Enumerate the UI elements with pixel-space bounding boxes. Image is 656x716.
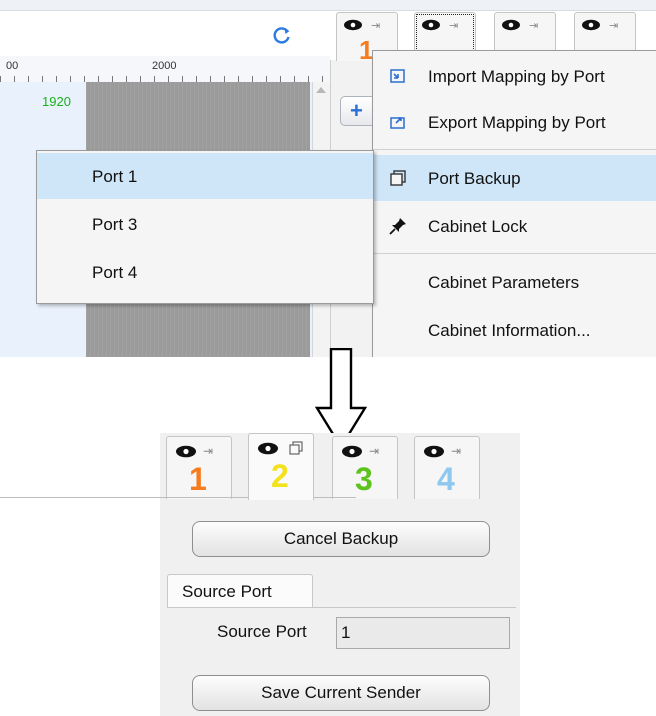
backup-icon[interactable]: [289, 441, 303, 455]
pin-icon: [389, 218, 406, 235]
menu-item-label: Cabinet Lock: [428, 217, 528, 236]
horizontal-ruler: 00 2000: [0, 56, 330, 83]
eye-icon[interactable]: [421, 19, 441, 31]
submenu-item-label: Port 1: [92, 167, 138, 186]
import-icon: [390, 69, 405, 83]
eye-icon[interactable]: [341, 445, 363, 458]
menu-separator: [373, 253, 656, 254]
eye-icon[interactable]: [423, 445, 445, 458]
menu-item-label: Cabinet Parameters: [428, 273, 580, 292]
menu-item-port-backup[interactable]: Port Backup: [373, 155, 656, 201]
menu-item-export-mapping[interactable]: Export Mapping by Port: [373, 99, 656, 145]
pin-icon[interactable]: ⇥: [451, 444, 461, 458]
pin-icon[interactable]: ⇥: [203, 444, 213, 458]
menu-item-cabinet-information[interactable]: Cabinet Information...: [373, 307, 656, 353]
source-port-field[interactable]: 1: [336, 617, 510, 649]
menu-item-label: Import Mapping by Port: [428, 67, 605, 86]
submenu-item-label: Port 4: [92, 263, 138, 282]
menu-item-cabinet-parameters[interactable]: Cabinet Parameters: [373, 259, 656, 305]
backup-icon: [390, 170, 406, 186]
tab-number: 1: [189, 461, 207, 497]
source-port-label: Source Port: [217, 622, 307, 641]
menu-item-import-mapping[interactable]: Import Mapping by Port: [373, 53, 656, 99]
plus-icon: +: [350, 98, 363, 123]
eye-icon[interactable]: [501, 19, 521, 31]
export-icon: [390, 117, 405, 129]
menu-item-cabinet-lock[interactable]: Cabinet Lock: [373, 203, 656, 249]
eye-icon[interactable]: [257, 442, 279, 455]
submenu-item-port-4[interactable]: Port 4: [37, 249, 373, 295]
pin-icon[interactable]: ⇥: [449, 19, 458, 32]
panel-tab-port-4[interactable]: ⇥ 4: [414, 436, 480, 499]
title-strip: [0, 0, 656, 11]
ruler-label: 00: [6, 60, 19, 72]
menu-item-label: Cabinet Information...: [428, 321, 591, 340]
eye-icon[interactable]: [343, 19, 363, 31]
port-submenu: Port 1 Port 3 Port 4: [36, 150, 374, 304]
panel-tab-port-1[interactable]: ⇥ 1: [166, 436, 232, 499]
tab-number: 2: [271, 458, 289, 494]
tab-number: 4: [437, 461, 455, 497]
submenu-item-port-3[interactable]: Port 3: [37, 201, 373, 247]
cancel-backup-button[interactable]: Cancel Backup: [192, 521, 490, 557]
submenu-item-label: Port 3: [92, 215, 138, 234]
menu-separator: [373, 149, 656, 150]
tab-number: 3: [355, 461, 373, 497]
eye-icon[interactable]: [581, 19, 601, 31]
menu-item-label: Port Backup: [428, 169, 521, 188]
menu-item-label: Export Mapping by Port: [428, 113, 606, 132]
refresh-icon[interactable]: [272, 25, 292, 45]
submenu-item-port-1[interactable]: Port 1: [37, 153, 373, 199]
pin-icon[interactable]: ⇥: [369, 444, 379, 458]
panel-tab-port-2[interactable]: 2: [248, 433, 314, 500]
pin-icon[interactable]: ⇥: [371, 19, 380, 32]
context-menu: Import Mapping by Port Export Mapping by…: [372, 50, 656, 357]
pin-icon[interactable]: ⇥: [529, 19, 538, 32]
source-port-group-tab[interactable]: Source Port: [167, 574, 313, 608]
panel-tab-port-3[interactable]: ⇥ 3: [332, 436, 398, 499]
eye-icon[interactable]: [175, 445, 197, 458]
top-screenshot: 00 2000 1920 + ⇥ 1 ⇥ ⇥ ⇥ Import Mapping …: [0, 0, 656, 357]
pin-icon[interactable]: ⇥: [609, 19, 618, 32]
save-current-sender-button[interactable]: Save Current Sender: [192, 675, 490, 711]
ruler-label: 2000: [152, 60, 177, 72]
scroll-up-arrow-icon[interactable]: [316, 87, 326, 93]
coordinate-label: 1920: [42, 94, 71, 109]
